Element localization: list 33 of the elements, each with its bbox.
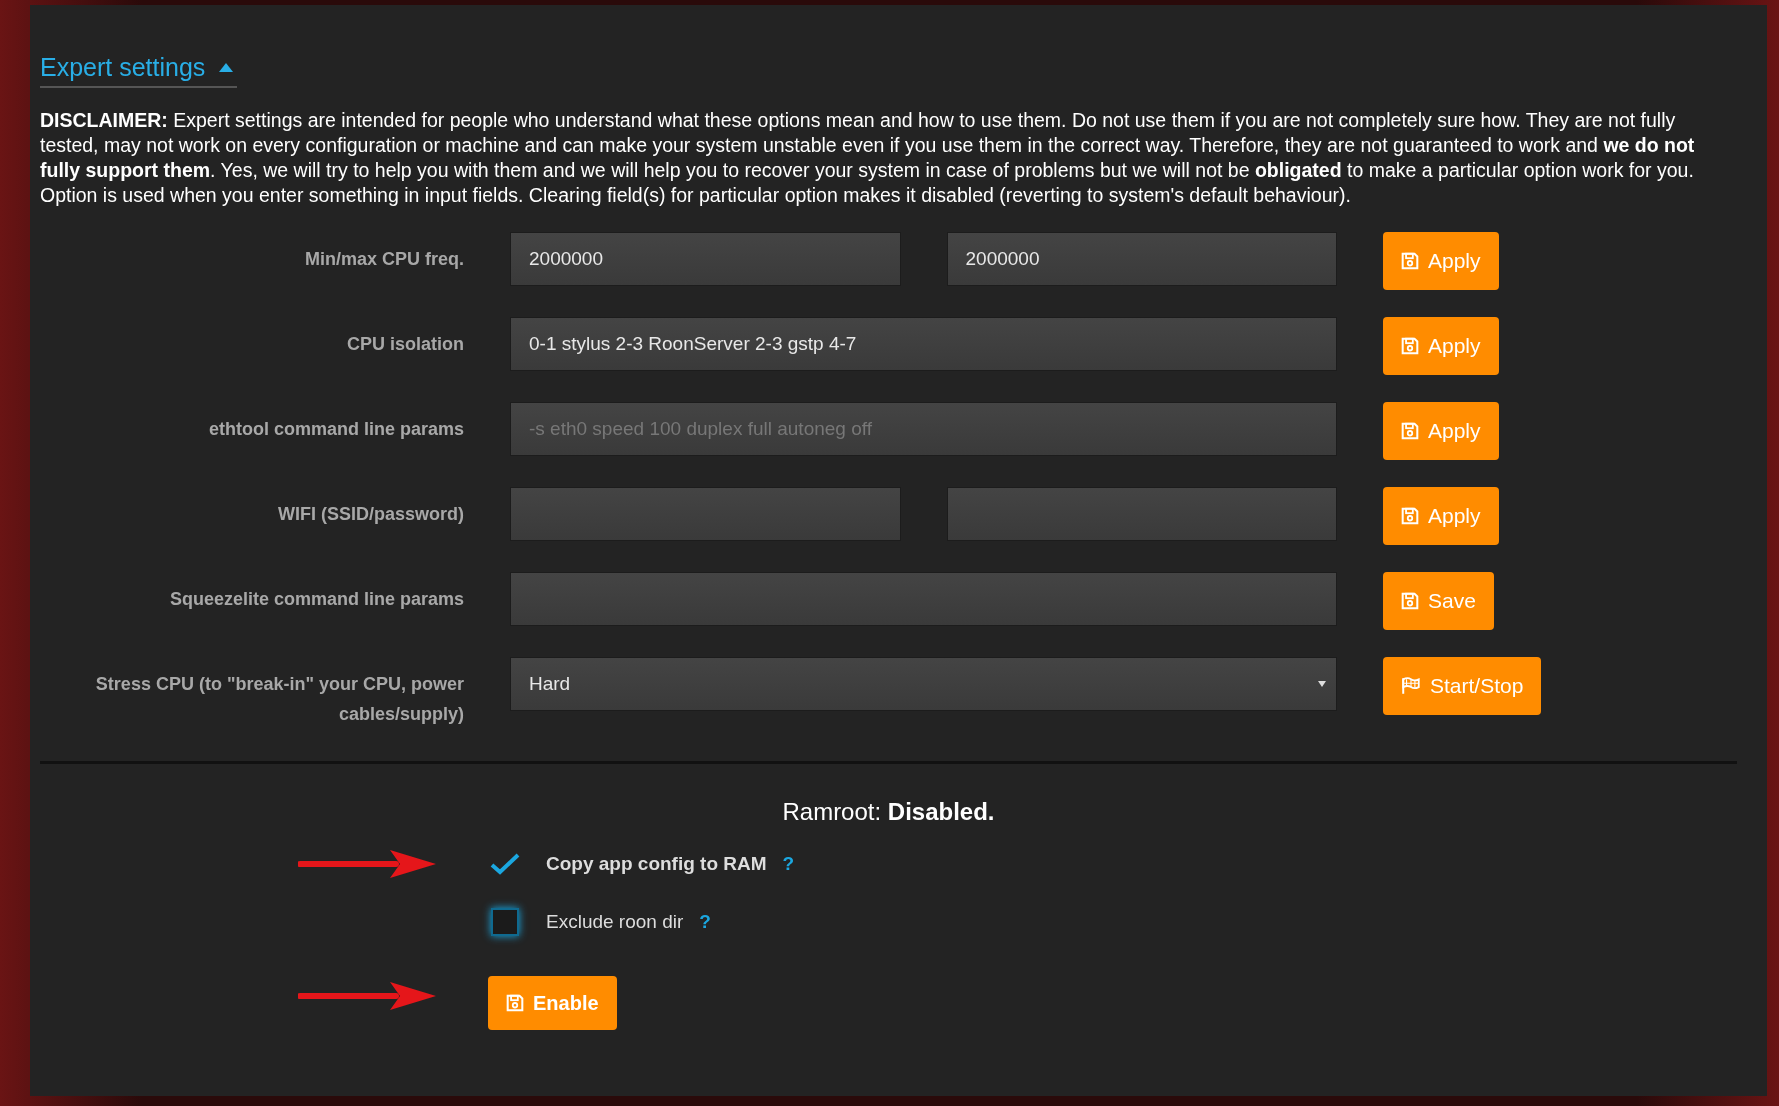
checkbox[interactable] [491, 908, 519, 936]
setting-label: ethtool command line params [207, 418, 464, 441]
caret-icon [219, 63, 234, 72]
help-link[interactable]: ? [699, 911, 711, 933]
setting-label: Min/max CPU freq. [303, 248, 464, 271]
expert-settings-toggle[interactable]: Expert settings [40, 53, 238, 88]
checkmark-icon[interactable] [488, 853, 522, 875]
save-icon [1401, 422, 1419, 440]
setting-label: Stress CPU (to "break-in" your CPU, power cables/supply) [94, 673, 464, 726]
option-label: Copy app config to RAM [546, 853, 767, 875]
ramroot-status: Ramroot: Disabled. [781, 798, 996, 826]
save-icon [1401, 592, 1419, 610]
save-icon [1401, 252, 1419, 270]
input-field[interactable]: -s eth0 speed 100 duplex full autoneg off [510, 402, 1337, 456]
dropdown-caret-icon [1318, 681, 1326, 687]
save-icon [506, 994, 524, 1012]
input-field[interactable] [946, 487, 1337, 541]
setting-label: CPU isolation [346, 333, 464, 356]
save-icon [1401, 337, 1419, 355]
disclaimer-text: Option is used when you enter something in input fields. Clearing field(s) for particular option makes it disabled (reverting to system's default behaviour). [40, 183, 1352, 208]
input-field[interactable]: 0-1 stylus 2-3 RoonServer 2-3 gstp 4-7 [510, 317, 1337, 371]
input-field[interactable]: 2000000 [946, 232, 1337, 286]
flag-icon [1401, 677, 1421, 695]
setting-label: WIFI (SSID/password) [277, 503, 464, 526]
save-icon [1401, 507, 1419, 525]
option-label: Exclude roon dir [546, 911, 684, 933]
disclaimer-text: DISCLAIMER: Expert settings are intended for people who understand what these options mean and how to use them. Do not use them if you are not completely sure how. They are not fully tested, may not work on every configuration or machine and can make your system unstable even if you use them in the correct way. Therefore, they are not guaranteed to work and we do not fully support them. Yes, we will try to help you with them and we will help you to recover your system in case of problems but we will not be obligated to make a particular option work for you. [40, 108, 1696, 183]
input-field[interactable] [510, 572, 1337, 626]
dropdown-field[interactable]: Hard [510, 657, 1337, 711]
setting-label: Squeezelite command line params [168, 588, 464, 611]
help-link[interactable]: ? [782, 853, 795, 875]
input-field[interactable] [510, 487, 901, 541]
input-field[interactable]: 2000000 [510, 232, 901, 286]
